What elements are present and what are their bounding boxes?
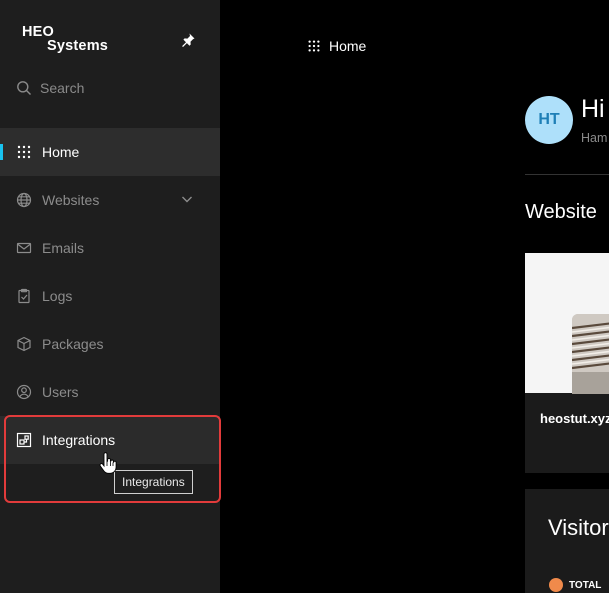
avatar[interactable]: HT	[525, 96, 573, 144]
main-content: Home HT Hi Ham Website heostut.xyz Visit…	[0, 0, 609, 593]
greeting-title: Hi	[581, 95, 605, 123]
visitors-card: Visitor TOTAL	[525, 489, 609, 593]
grid-icon	[308, 40, 320, 52]
legend-label: TOTAL	[569, 579, 602, 591]
website-preview-image	[572, 314, 609, 394]
breadcrumb-label: Home	[329, 38, 367, 54]
breadcrumb[interactable]: Home	[307, 38, 366, 54]
website-name[interactable]: heostut.xyz	[540, 411, 609, 426]
website-card[interactable]: heostut.xyz	[525, 253, 609, 473]
divider	[525, 174, 609, 175]
greeting-subtitle: Ham	[581, 131, 608, 145]
legend-dot	[549, 578, 563, 592]
visitors-title: Visitor	[548, 515, 609, 540]
websites-section-title: Website	[525, 201, 597, 223]
website-thumbnail	[525, 253, 609, 394]
chart-legend-item[interactable]: TOTAL	[549, 578, 601, 592]
